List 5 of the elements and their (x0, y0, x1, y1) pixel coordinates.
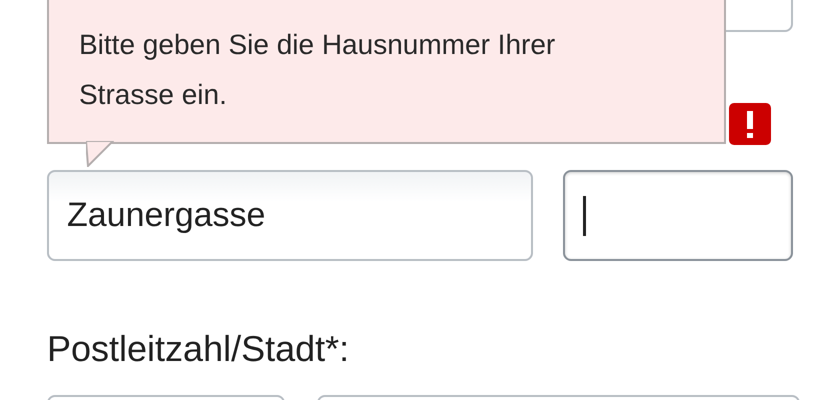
tooltip-message: Bitte geben Sie die Hausnummer Ihrer Strasse ein. (79, 28, 556, 112)
text-field[interactable]: Zaunergasse (47, 170, 533, 261)
field-label: Postleitzahl/Stadt*: (46, 327, 350, 371)
text-cursor (583, 196, 586, 236)
text-field[interactable] (563, 170, 793, 261)
